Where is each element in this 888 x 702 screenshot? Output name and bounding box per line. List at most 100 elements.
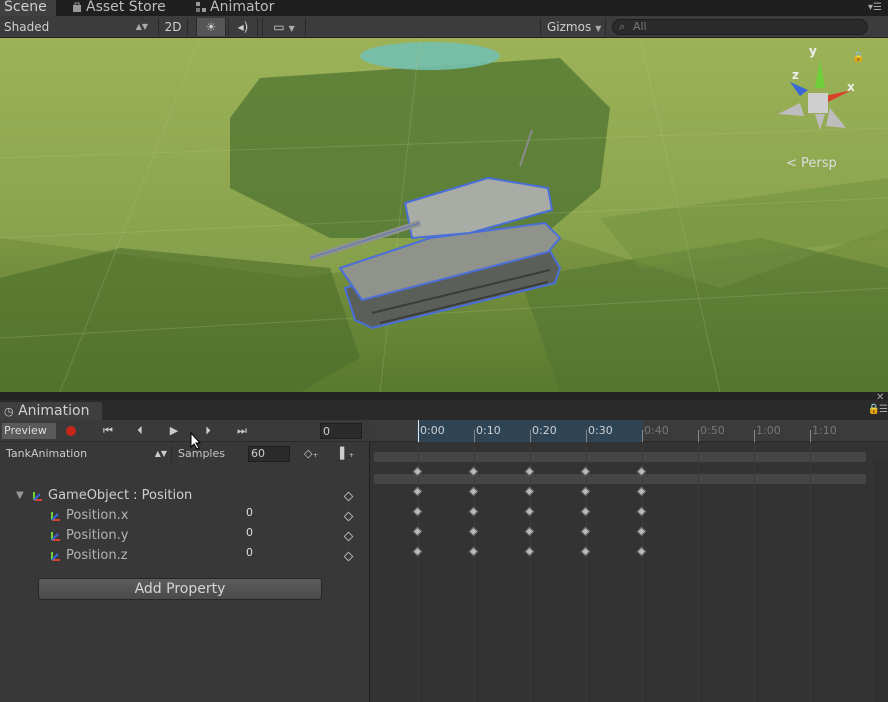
tab-animator[interactable]: Animator	[192, 0, 302, 16]
sun-icon: ☀	[205, 20, 217, 34]
vertical-scrollbar[interactable]	[874, 460, 888, 702]
animation-tab-bar: ◷ Animation 🔒 ☰	[0, 400, 888, 420]
keyframe-icon[interactable]	[636, 546, 647, 557]
keyframe-icon[interactable]	[412, 486, 423, 497]
timeline-grid-line	[586, 442, 587, 702]
transform-icon	[51, 512, 60, 521]
clip-dropdown[interactable]: TankAnimation ▲▼	[2, 446, 172, 462]
timeline-tick-mark	[698, 430, 699, 442]
timeline-tick-mark	[530, 430, 531, 442]
keyframe-icon[interactable]	[580, 506, 591, 517]
skip-first-icon: ⏮	[103, 424, 113, 437]
scene-toolbar: Shaded ▲▼ 2D ☀ ◂) ▭ ▼ Gizmos ▼ ⌕ All	[0, 16, 888, 38]
property-value[interactable]: 0	[246, 543, 253, 563]
scene-viewport[interactable]: y x z 🔒 < Persp	[0, 38, 888, 392]
keyframe-icon[interactable]	[580, 526, 591, 537]
keyframe-diamond-icon[interactable]	[343, 551, 354, 562]
step-back-icon: ⏴	[137, 424, 143, 437]
first-key-button[interactable]: ⏮	[94, 423, 122, 439]
keyframe-diamond-icon[interactable]	[343, 491, 354, 502]
frame-field[interactable]: 0	[320, 423, 362, 439]
keyframe-diamond-icon[interactable]	[343, 531, 354, 542]
tab-scene[interactable]: Scene	[0, 0, 56, 16]
keyframe-diamond-icon[interactable]	[343, 511, 354, 522]
tab-animation[interactable]: ◷ Animation	[0, 402, 102, 420]
timeline-tick-label: 0:10	[476, 424, 501, 437]
play-icon: ▶	[169, 424, 179, 437]
gizmo-x-label: x	[847, 80, 855, 94]
property-row-y[interactable]: Position.y 0	[0, 526, 370, 546]
keyframe-icon[interactable]	[524, 546, 535, 557]
prev-key-button[interactable]: ⏴	[128, 423, 152, 439]
add-event-button[interactable]: ▌₊	[340, 446, 354, 462]
timeline-tick-label: 0:40	[644, 424, 669, 437]
foldout-arrow-icon[interactable]: ▼	[16, 486, 24, 506]
keyframe-icon[interactable]	[636, 506, 647, 517]
search-input[interactable]: ⌕ All	[612, 19, 868, 35]
timeline-grid-line	[474, 442, 475, 702]
keyframe-icon[interactable]	[468, 546, 479, 557]
chevron-down-icon: ▼	[595, 24, 602, 33]
keyframe-icon[interactable]	[468, 506, 479, 517]
timeline-grid-line	[810, 442, 811, 702]
preview-button[interactable]: Preview	[2, 423, 56, 439]
timeline-grid-line	[418, 442, 419, 702]
window-menu-icon[interactable]: ☰	[879, 404, 888, 415]
property-value[interactable]: 0	[246, 523, 253, 543]
timeline-tick-label: 0:00	[420, 424, 445, 437]
timeline-tick-mark	[642, 430, 643, 442]
timeline-grid-line	[754, 442, 755, 702]
timeline-tick-mark	[474, 430, 475, 442]
shading-mode-label: Shaded	[4, 20, 50, 34]
effects-dropdown[interactable]: ▭ ▼	[262, 18, 306, 36]
keyframe-icon[interactable]	[412, 546, 423, 557]
dopesheet-timeline[interactable]: 0:00 0:10 0:20 0:30 0:40 0:50 1:00 1:10	[370, 420, 888, 702]
add-keyframe-icon: ◇₊	[304, 447, 319, 460]
lock-icon[interactable]: 🔒	[852, 52, 864, 63]
timeline-tick-label: 0:30	[588, 424, 613, 437]
samples-input[interactable]: 60	[248, 446, 290, 462]
keyframe-icon[interactable]	[468, 526, 479, 537]
audio-toggle[interactable]: ◂)	[228, 18, 258, 36]
add-keyframe-button[interactable]: ◇₊	[304, 446, 318, 462]
shading-mode-dropdown[interactable]: Shaded ▲▼	[4, 18, 152, 36]
timeline-ruler[interactable]: 0:00 0:10 0:20 0:30 0:40 0:50 1:00 1:10	[370, 420, 888, 442]
timeline-grid-line	[530, 442, 531, 702]
timeline-grid-line	[698, 442, 699, 702]
add-property-button[interactable]: Add Property	[38, 578, 322, 600]
animation-hierarchy-pane: Preview ⏮ ⏴ ▶ ⏵ ⏭ 0 TankAnimation ▲▼ Sam…	[0, 420, 370, 702]
property-label: Position.y	[66, 528, 129, 543]
keyframe-icon[interactable]	[524, 486, 535, 497]
animator-icon	[196, 1, 206, 12]
keyframe-icon[interactable]	[524, 506, 535, 517]
property-value[interactable]: 0	[246, 503, 253, 523]
gizmos-dropdown[interactable]: Gizmos ▼	[540, 18, 606, 36]
keyframe-icon[interactable]	[524, 526, 535, 537]
keyframe-icon[interactable]	[580, 546, 591, 557]
window-menu-icon[interactable]: ▾☰	[868, 2, 882, 13]
gizmo-y-label: y	[809, 44, 817, 58]
add-property-label: Add Property	[134, 581, 226, 597]
keyframe-icon[interactable]	[636, 486, 647, 497]
property-row-group[interactable]: ▼ GameObject : Position	[0, 486, 370, 506]
timeline-tick-mark	[586, 430, 587, 442]
property-row-z[interactable]: Position.z 0	[0, 546, 370, 566]
property-row-x[interactable]: Position.x 0	[0, 506, 370, 526]
tab-asset-store[interactable]: Asset Store	[68, 0, 186, 16]
projection-toggle[interactable]: < Persp	[786, 156, 837, 171]
play-button[interactable]: ▶	[162, 423, 186, 439]
tab-scene-label: Scene	[4, 0, 47, 15]
last-key-button[interactable]: ⏭	[228, 423, 256, 439]
keyframe-icon[interactable]	[580, 486, 591, 497]
mode-2d-button[interactable]: 2D	[158, 18, 188, 36]
projection-label: Persp	[801, 156, 837, 171]
samples-value: 60	[251, 447, 265, 460]
keyframe-icon[interactable]	[412, 526, 423, 537]
skip-last-icon: ⏭	[237, 424, 247, 437]
keyframe-icon[interactable]	[636, 526, 647, 537]
keyframe-icon[interactable]	[468, 486, 479, 497]
keyframe-icon[interactable]	[412, 506, 423, 517]
record-button[interactable]	[66, 426, 76, 436]
property-label: GameObject : Position	[48, 488, 193, 503]
lighting-toggle[interactable]: ☀	[196, 18, 226, 36]
